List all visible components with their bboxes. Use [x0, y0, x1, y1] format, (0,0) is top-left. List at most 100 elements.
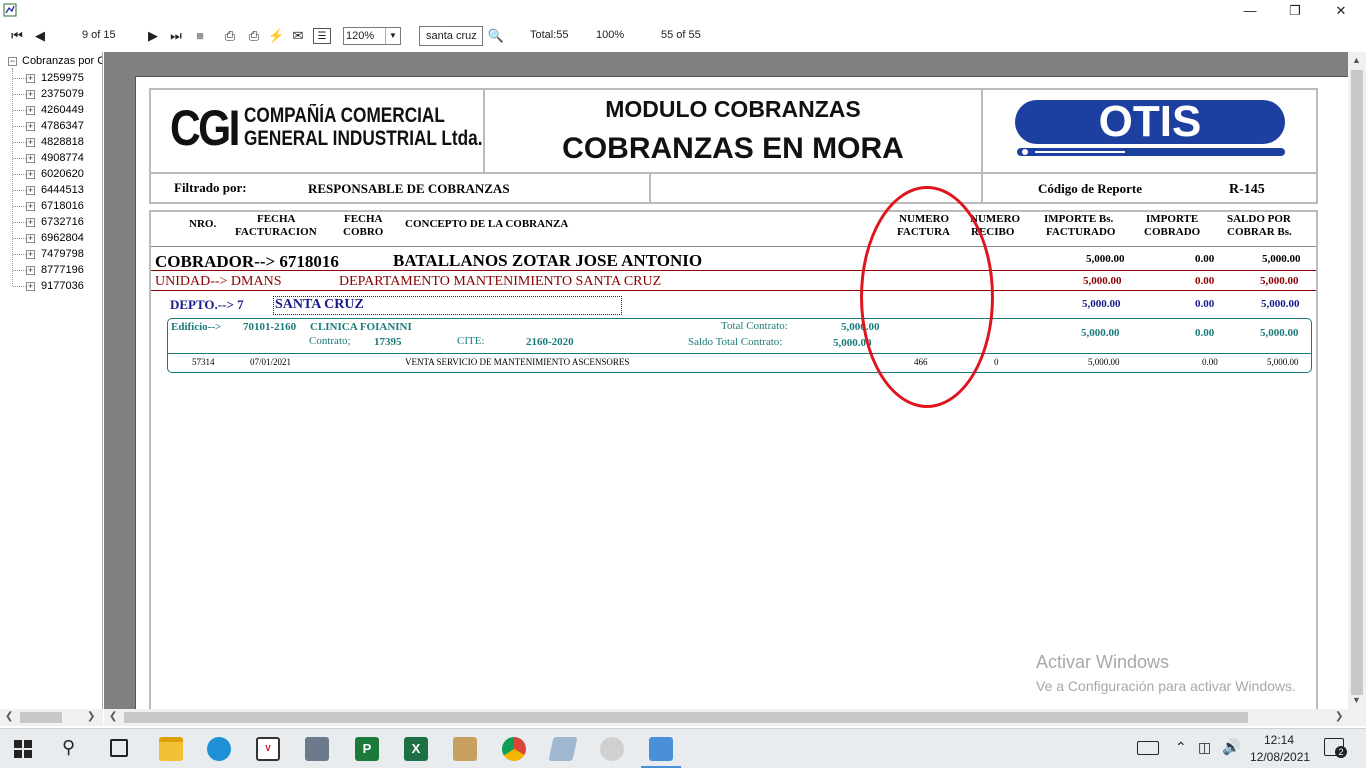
annotation-circle [860, 186, 994, 408]
scroll-left-icon[interactable]: ❮ [109, 711, 117, 722]
next-page-icon[interactable]: ▶ [146, 28, 160, 44]
tree-item[interactable]: 6962804 [41, 230, 84, 246]
scroll-thumb[interactable] [20, 712, 62, 723]
vnc-viewer-icon[interactable]: V [256, 737, 280, 761]
print-icon[interactable]: ⎙ [221, 28, 239, 44]
group-tree-icon[interactable]: ☰ [313, 28, 331, 44]
expand-icon[interactable]: + [26, 218, 35, 227]
tree-item[interactable]: 6020620 [41, 166, 84, 182]
expand-icon[interactable]: + [26, 202, 35, 211]
search-input[interactable]: santa cruz [419, 26, 483, 46]
unidad-label: UNIDAD--> DMANS [155, 274, 282, 289]
report-code-value: R-145 [1229, 182, 1265, 197]
notes-icon[interactable] [548, 737, 578, 761]
report-app-icon[interactable] [453, 737, 477, 761]
tree-item[interactable]: 4260449 [41, 102, 84, 118]
col-concepto: CONCEPTO DE LA COBRANZA [405, 218, 569, 230]
row-facturado: 5,000.00 [1088, 357, 1120, 367]
tree-item[interactable]: 1259975 [41, 70, 84, 86]
file-explorer-icon[interactable] [159, 737, 183, 761]
windows-start-icon[interactable] [14, 740, 32, 758]
edge-icon[interactable] [207, 737, 231, 761]
chevron-down-icon[interactable]: ▼ [385, 28, 400, 44]
expand-icon[interactable]: + [26, 90, 35, 99]
report-viewer[interactable]: CGI COMPAÑÍA COMERCIAL GENERAL INDUSTRIA… [104, 52, 1348, 710]
scroll-down-icon[interactable]: ▼ [1352, 695, 1361, 705]
volume-icon[interactable]: 🔊 [1222, 738, 1241, 756]
minimize-button[interactable]: — [1227, 0, 1273, 22]
scroll-right-icon[interactable]: ❯ [87, 711, 95, 722]
expand-icon[interactable]: + [26, 234, 35, 243]
tree-item[interactable]: 6444513 [41, 182, 84, 198]
binoculars-icon[interactable]: 🔍 [487, 28, 505, 44]
expand-icon[interactable]: + [26, 186, 35, 195]
first-page-icon[interactable]: ⏮ [10, 28, 24, 44]
tree-item[interactable]: 4828818 [41, 134, 84, 150]
expand-icon[interactable]: + [26, 138, 35, 147]
tree-item[interactable]: 6732716 [41, 214, 84, 230]
excel-icon[interactable]: X [404, 737, 428, 761]
paint-icon[interactable] [600, 737, 624, 761]
unidad-saldo: 5,000.00 [1260, 275, 1299, 287]
vertical-scrollbar[interactable]: ▲ ▼ [1348, 52, 1366, 709]
chevron-up-icon[interactable]: ⌃ [1175, 739, 1187, 756]
clock-time[interactable]: 12:14 [1264, 733, 1294, 747]
contrato-label: Contrato; [309, 335, 351, 347]
tree-item[interactable]: 2375079 [41, 86, 84, 102]
print-setup-icon[interactable]: ⎙ [245, 28, 263, 44]
expand-icon[interactable]: + [26, 250, 35, 259]
tree-item[interactable]: 9177036 [41, 278, 84, 294]
depto-saldo: 5,000.00 [1261, 298, 1300, 310]
cobrador-name: BATALLANOS ZOTAR JOSE ANTONIO [393, 251, 703, 270]
row-fecha: 07/01/2021 [250, 357, 292, 367]
scroll-right-icon[interactable]: ❯ [1335, 711, 1343, 722]
cobrador-label: COBRADOR--> 6718016 [155, 252, 339, 271]
zoom-select[interactable]: 120% ▼ [343, 27, 401, 45]
tree-item[interactable]: 4786347 [41, 118, 84, 134]
scroll-left-icon[interactable]: ❮ [5, 711, 13, 722]
close-button[interactable]: ✕ [1318, 0, 1364, 22]
tree-root-label[interactable]: Cobranzas por C [22, 53, 102, 69]
tree-connector [13, 174, 26, 175]
expand-icon[interactable]: + [26, 266, 35, 275]
cgi-logo: CGI [170, 100, 240, 156]
search-icon[interactable]: ⚲ [62, 737, 75, 758]
keyboard-icon[interactable] [1137, 741, 1159, 755]
refresh-icon[interactable]: ⚡ [268, 28, 284, 44]
expand-icon[interactable]: + [26, 106, 35, 115]
project-icon[interactable]: P [355, 737, 379, 761]
column-header-divider [151, 246, 1316, 247]
database-icon[interactable] [649, 737, 673, 761]
row-saldo: 5,000.00 [1267, 357, 1299, 367]
stop-icon[interactable]: ■ [193, 28, 207, 44]
restore-button[interactable]: ❐ [1272, 0, 1318, 22]
chrome-icon[interactable] [502, 737, 526, 761]
tree-item[interactable]: 7479798 [41, 246, 84, 262]
scroll-thumb[interactable] [124, 712, 1248, 723]
network-icon[interactable]: ◫ [1198, 739, 1211, 756]
task-view-icon[interactable] [110, 739, 128, 757]
tree-item[interactable]: 8777196 [41, 262, 84, 278]
collapse-icon[interactable]: − [8, 57, 17, 66]
expand-icon[interactable]: + [26, 154, 35, 163]
tools-icon[interactable] [305, 737, 329, 761]
export-icon[interactable]: ✉ [290, 28, 306, 44]
expand-icon[interactable]: + [26, 74, 35, 83]
edificio-cobrado: 0.00 [1195, 327, 1215, 339]
col-fecha-fact-1: FECHA [257, 213, 296, 225]
expand-icon[interactable]: + [26, 170, 35, 179]
prev-page-icon[interactable]: ◀ [33, 28, 47, 44]
group-tree-panel: − Cobranzas por C +1259975 +2375079 +42604… [0, 52, 103, 709]
clock-date[interactable]: 12/08/2021 [1250, 750, 1310, 764]
scroll-up-icon[interactable]: ▲ [1352, 55, 1361, 65]
last-page-icon[interactable]: ⏭ [169, 28, 183, 44]
expand-icon[interactable]: + [26, 282, 35, 291]
viewer-horizontal-scrollbar[interactable]: ❮ ❯ [104, 709, 1366, 726]
tree-item[interactable]: 4908774 [41, 150, 84, 166]
tree-horizontal-scrollbar[interactable]: ❮ ❯ [0, 709, 103, 726]
col-fecha-cobro-2: COBRO [343, 226, 384, 238]
scroll-thumb[interactable] [1351, 70, 1363, 695]
expand-icon[interactable]: + [26, 122, 35, 131]
tree-item[interactable]: 6718016 [41, 198, 84, 214]
total-contrato-label: Total Contrato: [721, 320, 788, 332]
